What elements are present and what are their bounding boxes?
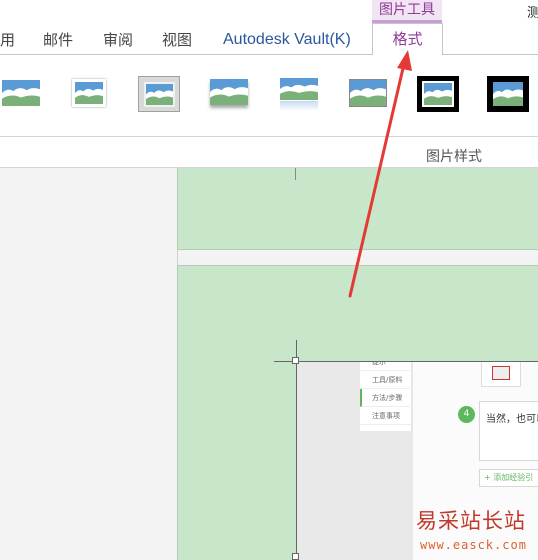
landscape-icon xyxy=(349,79,387,107)
landscape-icon xyxy=(280,78,318,100)
landscape-icon xyxy=(210,79,248,105)
embedded-sidebar-item: 注意事项 xyxy=(360,407,412,425)
picture-tools-context-label: 图片工具 xyxy=(372,0,442,20)
ribbon-tab-divider xyxy=(0,54,538,55)
embedded-sidebar-item-active: 方法/步骤 xyxy=(360,389,412,407)
watermark-url: www.easck.com xyxy=(420,538,527,552)
crop-mark xyxy=(295,168,296,180)
picture-style-simple-frame[interactable] xyxy=(0,76,42,112)
selection-border-left xyxy=(296,340,297,560)
picture-style-drop-shadow[interactable] xyxy=(208,76,250,112)
document-page-top[interactable] xyxy=(177,168,538,250)
tab-mailings[interactable]: 邮件 xyxy=(43,28,73,52)
embedded-add-link: + 添加经验引 xyxy=(479,469,538,487)
embedded-step-box: 当然，也可以 xyxy=(479,401,538,461)
picture-style-reflection[interactable] xyxy=(278,76,320,112)
picture-style-white-border[interactable] xyxy=(68,76,110,112)
step-number-badge: 4 xyxy=(458,406,475,423)
tab-use[interactable]: 用 xyxy=(0,28,15,52)
selection-border-top xyxy=(274,361,538,362)
embedded-thumbnail xyxy=(481,361,521,387)
picture-style-thin-border[interactable] xyxy=(347,76,389,112)
resize-handle-top-left[interactable] xyxy=(292,357,299,364)
tab-view[interactable]: 视图 xyxy=(162,28,192,52)
landscape-icon xyxy=(493,82,523,106)
landscape-icon xyxy=(2,80,40,106)
tab-format[interactable]: 格式 xyxy=(372,23,443,55)
landscape-icon xyxy=(144,82,175,107)
picture-style-black-frame[interactable] xyxy=(417,76,459,112)
embedded-step-text: 当然，也可以 xyxy=(486,414,538,425)
embedded-sidebar-item: 工具/原料 xyxy=(360,371,412,389)
picture-style-thick-black-frame[interactable] xyxy=(487,76,529,112)
landscape-icon xyxy=(72,79,106,107)
landscape-icon xyxy=(422,81,454,107)
window-title-fragment: 测 xyxy=(527,6,538,21)
gallery-divider xyxy=(0,136,538,137)
tab-review[interactable]: 审阅 xyxy=(103,28,133,52)
resize-handle-bottom-left[interactable] xyxy=(292,553,299,560)
picture-style-metal-frame[interactable] xyxy=(138,76,180,112)
watermark-text: 易采站长站 xyxy=(416,509,526,533)
embedded-sidebar: 提示 工具/原料 方法/步骤 注意事项 xyxy=(360,361,412,431)
embedded-sidebar-item: 提示 xyxy=(360,361,412,371)
picture-styles-group-label: 图片样式 xyxy=(426,149,482,165)
tab-autodesk-vault[interactable]: Autodesk Vault(K) xyxy=(223,28,351,52)
